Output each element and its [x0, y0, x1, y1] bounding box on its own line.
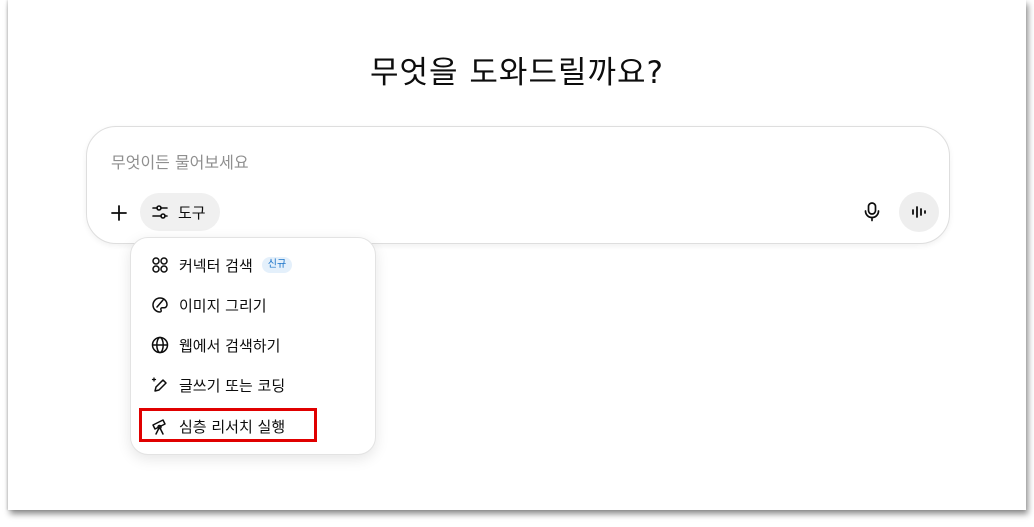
add-attachment-button[interactable] — [107, 201, 131, 225]
tools-button[interactable]: 도구 — [140, 193, 220, 231]
menu-item-writing-coding[interactable]: 글쓰기 또는 코딩 — [131, 368, 375, 402]
chat-composer[interactable]: 무엇이든 물어보세요 도구 — [86, 126, 950, 244]
sliders-icon — [152, 205, 168, 219]
palette-icon — [149, 294, 171, 316]
menu-item-label: 글쓰기 또는 코딩 — [179, 376, 286, 395]
telescope-icon — [149, 415, 171, 437]
dictate-button[interactable] — [859, 199, 885, 225]
connector-icon — [149, 254, 171, 276]
new-badge: 신규 — [261, 257, 293, 273]
pen-sparkle-icon — [149, 374, 171, 396]
menu-item-connector-search[interactable]: 커넥터 검색 신규 — [131, 248, 375, 282]
voice-mode-button[interactable] — [899, 192, 939, 232]
microphone-icon — [864, 202, 880, 222]
tools-button-label: 도구 — [178, 203, 206, 222]
menu-item-draw-image[interactable]: 이미지 그리기 — [131, 288, 375, 322]
plus-icon — [111, 205, 127, 221]
menu-item-label: 웹에서 검색하기 — [179, 336, 281, 355]
menu-item-label: 심층 리서치 실행 — [179, 417, 286, 436]
tools-menu: 커넥터 검색 신규 이미지 그리기 웹에서 검색하기 글쓰기 또는 코딩 심층 … — [130, 237, 376, 455]
menu-item-web-search[interactable]: 웹에서 검색하기 — [131, 328, 375, 362]
globe-icon — [149, 334, 171, 356]
waveform-icon — [912, 206, 926, 218]
page-title: 무엇을 도와드릴까요? — [370, 55, 664, 91]
menu-item-deep-research[interactable]: 심층 리서치 실행 — [131, 409, 375, 443]
menu-item-label: 이미지 그리기 — [179, 296, 267, 315]
prompt-input-placeholder[interactable]: 무엇이든 물어보세요 — [111, 149, 249, 173]
menu-item-label: 커넥터 검색 — [179, 256, 253, 275]
